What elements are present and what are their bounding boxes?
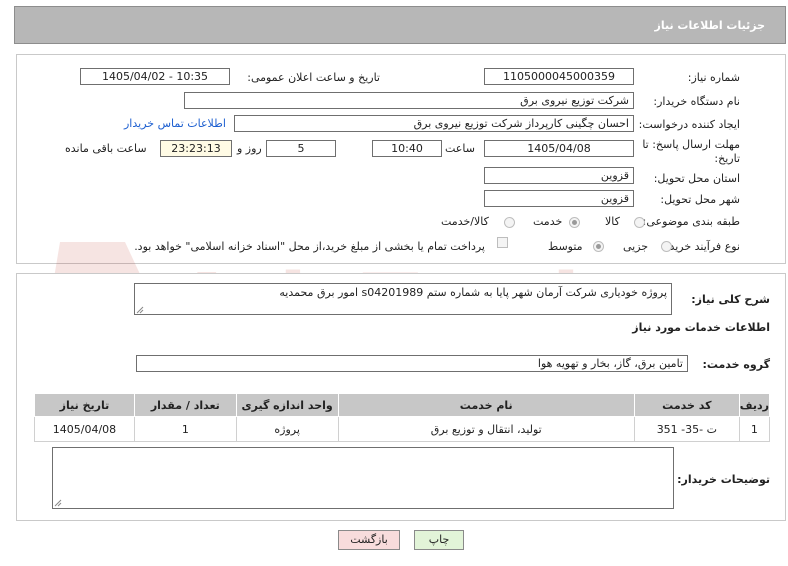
remaining-time-label: ساعت باقی مانده [65, 142, 147, 155]
col-quantity: تعداد / مقدار [133, 393, 237, 417]
deadline-time-label: ساعت [445, 142, 475, 155]
delivery-city-field: قزوین [484, 190, 634, 207]
service-group-field: تامین برق، گاز، بخار و تهویه هوا [136, 355, 688, 372]
cell-need-date: 1405/04/08 [34, 416, 135, 442]
col-unit: واحد اندازه گیری [235, 393, 339, 417]
deadline-label-line2: تاریخ: [714, 152, 740, 165]
buyer-contact-link[interactable]: اطلاعات تماس خریدار [124, 117, 226, 130]
announce-datetime-field: 1405/04/02 - 10:35 [80, 68, 230, 85]
page-header: جزئیات اطلاعات نیاز [14, 6, 786, 44]
deadline-days-field: 5 [266, 140, 336, 157]
delivery-city-label: شهر محل تحویل: [660, 193, 740, 206]
cell-unit: پروژه [235, 416, 339, 442]
process-type-label: نوع فرآیند خرید : [662, 240, 740, 253]
remaining-time-field: 23:23:13 [160, 140, 232, 157]
description-label: شرح کلی نیاز: [691, 293, 770, 306]
services-table: تاریخ نیاز تعداد / مقدار واحد اندازه گیر… [34, 393, 771, 442]
deadline-label-line1: مهلت ارسال پاسخ: تا [642, 138, 740, 151]
col-service-code: کد خدمت [633, 393, 740, 417]
delivery-province-label: استان محل تحویل: [653, 172, 740, 185]
deadline-date-field: 1405/04/08 [484, 140, 634, 157]
need-number-field: 1105000045000359 [484, 68, 634, 85]
buyer-notes-field[interactable] [52, 447, 674, 509]
cell-row-number: 1 [738, 416, 771, 442]
services-table-header: تاریخ نیاز تعداد / مقدار واحد اندازه گیر… [34, 393, 771, 417]
col-need-date: تاریخ نیاز [34, 393, 135, 417]
cell-service-name: تولید، انتقال و توزیع برق [337, 416, 635, 442]
back-button[interactable]: بازگشت [338, 530, 400, 550]
col-row: ردیف [738, 393, 771, 417]
resize-handle-icon[interactable] [136, 306, 144, 314]
buyer-notes-label: توضیحات خریدار: [677, 473, 770, 486]
print-button[interactable]: چاپ [414, 530, 464, 550]
resize-handle-icon[interactable] [54, 499, 62, 507]
table-row: 1405/04/08 1 پروژه تولید، انتقال و توزیع… [34, 416, 771, 442]
cell-quantity: 1 [133, 416, 237, 442]
creator-label: ایجاد کننده درخواست: [638, 118, 740, 131]
creator-field: احسان چگینی کارپرداز شرکت توزیع نیروی بر… [234, 115, 634, 132]
service-group-label: گروه خدمت: [702, 358, 770, 371]
col-service-name: نام خدمت [337, 393, 635, 417]
page-title: جزئیات اطلاعات نیاز [654, 19, 766, 32]
need-number-label: شماره نیاز: [687, 71, 740, 84]
services-section-title: اطلاعات خدمات مورد نیاز [632, 321, 770, 334]
deadline-days-label: روز و [237, 142, 262, 155]
buyer-org-field: شرکت توزیع نیروی برق [184, 92, 634, 109]
buyer-org-label: نام دستگاه خریدار: [653, 95, 740, 108]
announce-datetime-label: تاریخ و ساعت اعلان عمومی: [247, 71, 380, 84]
description-field: پروژه خودیاری شرکت آرمان شهر پایا به شما… [134, 283, 672, 315]
deadline-time-field: 10:40 [372, 140, 442, 157]
delivery-province-field: قزوین [484, 167, 634, 184]
cell-service-code: ت -35- 351 [633, 416, 740, 442]
